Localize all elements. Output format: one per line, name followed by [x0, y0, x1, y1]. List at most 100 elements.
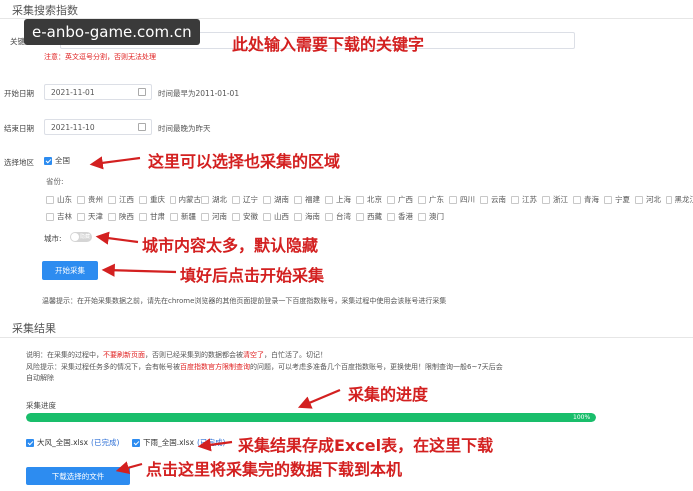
province-label: 江西 [119, 195, 134, 204]
province-checkbox[interactable] [449, 195, 457, 204]
province-checkbox[interactable] [356, 212, 364, 221]
province-option[interactable]: 天津 [77, 211, 108, 222]
province-checkbox[interactable] [666, 195, 672, 204]
province-option[interactable]: 新疆 [170, 211, 201, 222]
province-option[interactable]: 吉林 [46, 211, 77, 222]
province-checkbox[interactable] [418, 195, 426, 204]
province-checkbox[interactable] [232, 212, 240, 221]
province-checkbox[interactable] [201, 195, 209, 204]
file-item[interactable]: 下雨_全国.xlsx (已完成) [132, 437, 225, 448]
province-label: 山东 [57, 195, 72, 204]
province-checkbox[interactable] [170, 212, 178, 221]
province-option[interactable]: 上海 [325, 194, 356, 205]
province-option[interactable]: 广西 [387, 194, 418, 205]
file-item[interactable]: 大风_全国.xlsx (已完成) [26, 437, 119, 448]
file-checkbox[interactable] [26, 438, 34, 447]
progress-fill [26, 413, 596, 422]
province-checkbox[interactable] [573, 195, 581, 204]
province-checkbox[interactable] [480, 195, 488, 204]
province-label: 天津 [88, 212, 103, 221]
province-option[interactable]: 安徽 [232, 211, 263, 222]
province-label: 黑龙江 [674, 195, 693, 204]
province-option[interactable]: 青海 [573, 194, 604, 205]
province-option[interactable]: 江西 [108, 194, 139, 205]
province-checkbox[interactable] [387, 212, 395, 221]
province-label: 内蒙古 [178, 195, 202, 204]
province-checkbox[interactable] [325, 212, 333, 221]
province-option[interactable]: 云南 [480, 194, 511, 205]
start-date-input[interactable]: 2021-11-01 [44, 84, 152, 100]
province-label: 四川 [460, 195, 475, 204]
province-checkbox[interactable] [263, 195, 271, 204]
province-checkbox[interactable] [77, 212, 85, 221]
province-label: 吉林 [57, 212, 72, 221]
download-selected-button[interactable]: 下载选择的文件 [26, 467, 130, 485]
province-option[interactable]: 湖南 [263, 194, 294, 205]
file-checkbox[interactable] [132, 438, 140, 447]
province-option[interactable]: 河北 [635, 194, 666, 205]
nationwide-label: 全国 [55, 156, 70, 165]
province-checkbox[interactable] [542, 195, 550, 204]
start-collect-button[interactable]: 开始采集 [42, 261, 98, 280]
province-checkbox[interactable] [201, 212, 209, 221]
province-option[interactable]: 宁夏 [604, 194, 635, 205]
province-checkbox[interactable] [108, 212, 116, 221]
province-checkbox[interactable] [263, 212, 271, 221]
province-checkbox[interactable] [387, 195, 395, 204]
province-label: 重庆 [150, 195, 165, 204]
province-checkbox[interactable] [77, 195, 85, 204]
province-checkbox[interactable] [356, 195, 364, 204]
province-checkbox[interactable] [418, 212, 426, 221]
province-checkbox[interactable] [294, 212, 302, 221]
province-option[interactable]: 澳门 [418, 211, 449, 222]
province-option[interactable]: 陕西 [108, 211, 139, 222]
province-checkbox[interactable] [108, 195, 116, 204]
province-label: 陕西 [119, 212, 134, 221]
province-option[interactable]: 香港 [387, 211, 418, 222]
province-option[interactable]: 山西 [263, 211, 294, 222]
notice-text: 风险提示：采集过程任务多的情况下，会有帐号被 [26, 363, 180, 371]
notice-text: ，白忙活了。切记！ [264, 351, 327, 359]
province-label: 河南 [212, 212, 227, 221]
province-checkbox[interactable] [511, 195, 519, 204]
province-grid: 山东 贵州 江西 重庆 内蒙古 湖北 辽宁 湖南 福建 上海 北京 广西 广东 四川 云南 江苏 浙江 青海 宁夏河… [46, 194, 693, 222]
end-date-input[interactable]: 2021-11-10 [44, 119, 152, 135]
province-option[interactable]: 台湾 [325, 211, 356, 222]
province-checkbox[interactable] [604, 195, 612, 204]
province-checkbox[interactable] [170, 195, 176, 204]
province-option[interactable]: 江苏 [511, 194, 542, 205]
province-option[interactable]: 河南 [201, 211, 232, 222]
province-option[interactable]: 辽宁 [232, 194, 263, 205]
province-checkbox[interactable] [139, 212, 147, 221]
province-option[interactable]: 浙江 [542, 194, 573, 205]
province-option[interactable]: 内蒙古 [170, 194, 201, 205]
province-option[interactable]: 福建 [294, 194, 325, 205]
province-label: 香港 [398, 212, 413, 221]
province-option[interactable]: 广东 [418, 194, 449, 205]
province-option[interactable]: 重庆 [139, 194, 170, 205]
province-checkbox[interactable] [325, 195, 333, 204]
province-option[interactable]: 湖北 [201, 194, 232, 205]
province-option[interactable]: 贵州 [77, 194, 108, 205]
province-checkbox[interactable] [139, 195, 147, 204]
annotation-excel: 采集结果存成Excel表，在这里下载 [238, 436, 494, 455]
file-status: (已完成) [197, 438, 226, 447]
province-checkbox[interactable] [635, 195, 643, 204]
nationwide-checkbox[interactable] [44, 156, 52, 165]
province-option[interactable]: 山东 [46, 194, 77, 205]
province-checkbox[interactable] [46, 212, 54, 221]
province-option[interactable]: 海南 [294, 211, 325, 222]
city-toggle[interactable]: 隐藏 [70, 232, 92, 242]
province-checkbox[interactable] [294, 195, 302, 204]
province-option[interactable]: 西藏 [356, 211, 387, 222]
province-option[interactable]: 甘肃 [139, 211, 170, 222]
notice-warning: 百度指数官方限制查询 [180, 363, 250, 371]
province-option[interactable]: 四川 [449, 194, 480, 205]
province-option[interactable]: 北京 [356, 194, 387, 205]
end-date-hint: 时间最晚为昨天 [158, 124, 211, 133]
province-option[interactable]: 黑龙江 [666, 194, 693, 205]
keyword-note: 注意：英文逗号分割，否则无法处理 [44, 53, 156, 61]
province-checkbox[interactable] [232, 195, 240, 204]
nationwide-option[interactable]: 全国 [44, 155, 70, 166]
province-checkbox[interactable] [46, 195, 54, 204]
